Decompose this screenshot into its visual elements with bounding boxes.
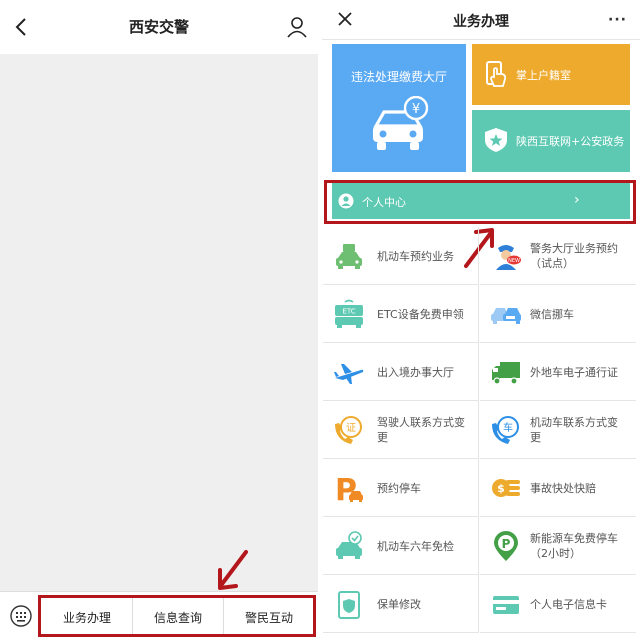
service-label: 外地车电子通行证 [530,365,618,379]
left-header: 西安交警 [0,0,318,54]
right-header: 业务办理 ··· [322,0,640,40]
tile-internet-police-affairs-label: 陕西互联网+公安政务 [516,135,625,148]
money-coins-icon: $ [492,479,520,497]
car-badge-text: 车 [503,421,513,434]
service-label: ETC设备免费申领 [377,307,464,321]
service-personal-e-card[interactable]: 个人电子信息卡 [480,575,636,633]
car-exempt-icon [336,531,362,559]
tile-violation-payment-label: 违法处理缴费大厅 [350,70,447,84]
service-label: 保单修改 [377,597,421,611]
highlight-box-personal-center [324,180,636,224]
phone-car-icon: 车 [492,416,519,444]
service-vehicle-contact-change[interactable]: 车 机动车联系方式变 更 [480,401,636,459]
etc-device-icon: ETC [335,299,363,328]
user-profile-icon[interactable] [286,16,308,38]
right-screen: 业务办理 ··· 违法处理缴费大厅 ¥ 掌上户籍室 陕西互联网+公安政务 个人中… [322,0,640,641]
highlight-box-menu [38,595,316,637]
phone-license-icon: 证 [335,416,362,444]
tile-violation-payment[interactable]: 违法处理缴费大厅 ¥ [332,44,466,172]
service-sublabel: 更 [530,431,541,444]
truck-icon [492,362,520,385]
id-card-icon [493,596,519,614]
service-nonlocal-car-pass[interactable]: 外地车电子通行证 [480,343,636,401]
service-label: 个人电子信息卡 [530,597,607,611]
police-officer-new-icon: NEW [496,245,521,270]
service-label: 新能源车免费停车 [530,532,618,545]
service-vehicle-appointment[interactable]: 机动车预约业务 [323,227,479,285]
car-appointment-icon [336,244,362,269]
service-sublabel: （试点） [530,257,574,270]
service-label: 事故快处快赔 [530,481,596,495]
two-cars-icon [491,308,521,324]
tile-household-registry-label: 掌上户籍室 [516,69,571,82]
phone-hand-icon [486,61,507,87]
left-screen: 西安交警 业务办理 信息查询 警民互动 [0,0,318,641]
etc-badge-text: ETC [342,308,355,316]
service-parking-reservation[interactable]: P 预约停车 [323,459,479,517]
service-wechat-move-car[interactable]: 微信挪车 [480,285,636,343]
policy-document-icon [338,591,360,619]
car-yen-icon: ¥ [373,96,429,150]
yen-symbol: ¥ [412,102,420,117]
airplane-icon [334,364,364,384]
more-options-icon[interactable]: ··· [608,12,627,28]
parking-car-icon: P [335,473,363,504]
service-driver-contact-change[interactable]: 证 驾驶人联系方式变 更 [323,401,479,459]
service-label: 出入境办事大厅 [377,365,454,379]
service-label: 机动车六年免检 [377,539,454,553]
tile-household-registry[interactable]: 掌上户籍室 [472,44,630,105]
keyboard-icon[interactable] [10,605,32,627]
tile-internet-police-affairs[interactable]: 陕西互联网+公安政务 [472,110,630,172]
service-label: 机动车联系方式变 [530,416,618,429]
account-title: 西安交警 [128,18,189,36]
new-badge-text: NEW [508,258,520,264]
police-shield-icon [485,128,507,152]
license-badge-text: 证 [346,422,356,434]
service-exit-entry-hall[interactable]: 出入境办事大厅 [323,343,479,401]
service-label: 机动车预约业务 [377,249,454,263]
service-six-year-exemption[interactable]: 机动车六年免检 [323,517,479,575]
service-label: 微信挪车 [530,307,574,321]
service-label: 警务大厅业务预约 [530,242,618,255]
parking-pin-icon: P [494,531,518,561]
service-sublabel: 更 [377,431,388,444]
svg-text:$: $ [497,482,505,495]
service-etc-application[interactable]: ETC ETC设备免费申领 [323,285,479,343]
red-arrow-annotation [218,550,248,590]
service-sublabel: （2小时） [530,547,581,560]
service-policy-modification[interactable]: 保单修改 [323,575,479,633]
service-label: 驾驶人联系方式变 [377,416,465,429]
service-new-energy-free-parking[interactable]: P 新能源车免费停车 （2小时） [480,517,636,575]
service-label: 预约停车 [377,481,421,495]
service-accident-quick-claim[interactable]: $ 事故快处快赔 [480,459,636,517]
service-police-hall-booking[interactable]: NEW 警务大厅业务预约 （试点） [480,227,636,285]
page-title: 业务办理 [453,14,509,30]
parking-pin-letter: P [502,537,511,551]
